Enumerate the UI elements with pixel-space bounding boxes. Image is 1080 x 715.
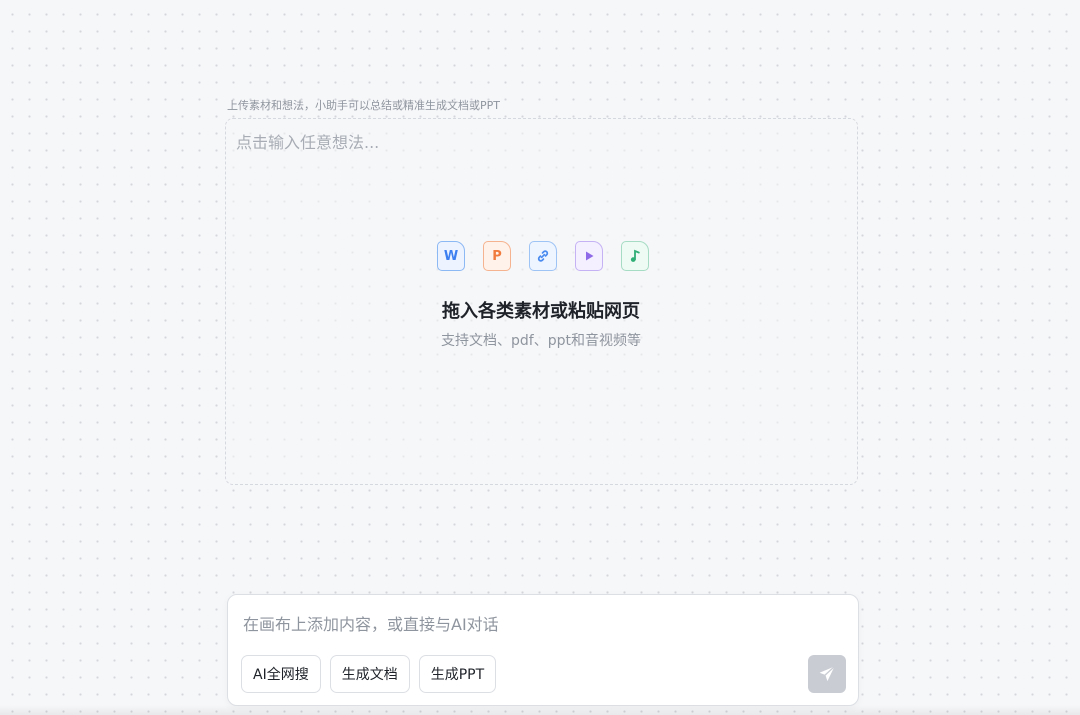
ppt-file-icon: P <box>483 241 511 271</box>
generate-document-button[interactable]: 生成文档 <box>329 655 410 693</box>
chat-input[interactable] <box>243 611 803 637</box>
idea-input[interactable] <box>236 129 836 155</box>
link-file-icon <box>529 241 557 271</box>
paper-plane-icon <box>819 665 836 682</box>
video-file-icon <box>575 241 603 271</box>
bottom-shade <box>0 705 1080 715</box>
material-drop-zone[interactable]: W P 拖入各类素材或粘贴网页 支持文档、pdf、ppt和音视频等 <box>225 118 858 485</box>
quick-actions: AI全网搜 生成文档 生成PPT <box>241 655 497 693</box>
supported-file-icons: W P <box>437 241 649 271</box>
drop-zone-title: 拖入各类素材或粘贴网页 <box>442 301 640 322</box>
generate-ppt-button[interactable]: 生成PPT <box>418 655 497 693</box>
ai-web-search-button[interactable]: AI全网搜 <box>241 655 321 693</box>
upload-hint: 上传素材和想法，小助手可以总结或精准生成文档或PPT <box>227 99 500 112</box>
send-button[interactable] <box>808 655 846 693</box>
drop-zone-subtitle: 支持文档、pdf、ppt和音视频等 <box>441 333 641 349</box>
chat-composer: AI全网搜 生成文档 生成PPT <box>227 594 859 706</box>
audio-file-icon <box>621 241 649 271</box>
word-file-icon: W <box>437 241 465 271</box>
